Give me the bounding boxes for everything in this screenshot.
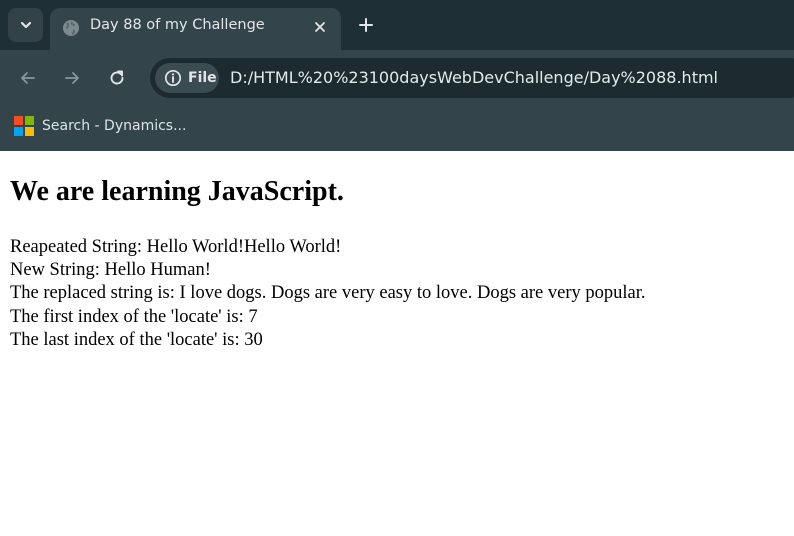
output-line: The last index of the 'locate' is: 30 (10, 329, 263, 350)
tab-title: Day 88 of my Challenge (90, 17, 265, 33)
tab-search-button[interactable] (8, 8, 43, 42)
chevron-down-icon (20, 21, 31, 29)
site-info-chip[interactable]: File (155, 63, 219, 93)
output-line: The replaced string is: I love dogs. Dog… (10, 283, 646, 304)
toolbar: File D:/HTML%20%23100daysWebDevChallenge… (0, 50, 794, 105)
reload-button[interactable] (101, 62, 133, 94)
bookmark-item[interactable]: Search - Dynamics... (14, 115, 186, 137)
bookmarks-bar: Search - Dynamics... (0, 105, 794, 151)
arrow-left-icon (21, 72, 35, 84)
bookmark-label: Search - Dynamics... (42, 118, 187, 134)
output-line: New String: Hello Human! (10, 260, 211, 281)
microsoft-logo-icon (14, 116, 34, 136)
tab-active[interactable]: Day 88 of my Challenge (50, 8, 341, 50)
plus-icon (359, 18, 373, 32)
forward-button[interactable] (56, 62, 88, 94)
back-button[interactable] (12, 62, 44, 94)
reload-icon (110, 70, 124, 85)
new-tab-button[interactable] (352, 11, 380, 39)
tab-close-button[interactable] (310, 17, 330, 37)
url-text[interactable]: D:/HTML%20%23100daysWebDevChallenge/Day%… (230, 68, 718, 87)
output-line: The first index of the 'locate' is: 7 (10, 306, 258, 327)
info-icon (164, 69, 182, 87)
page-content: We are learning JavaScript. Reapeated St… (0, 151, 794, 536)
site-info-label: File (188, 70, 217, 86)
address-bar[interactable]: File D:/HTML%20%23100daysWebDevChallenge… (150, 58, 794, 98)
arrow-right-icon (65, 72, 79, 84)
page-heading: We are learning JavaScript. (10, 176, 344, 207)
tab-strip: Day 88 of my Challenge (0, 0, 794, 50)
output-lines: Reapeated String: Hello World!Hello Worl… (10, 236, 646, 352)
globe-icon (63, 20, 79, 36)
output-line: Reapeated String: Hello World!Hello Worl… (10, 237, 342, 257)
close-icon (315, 22, 325, 32)
